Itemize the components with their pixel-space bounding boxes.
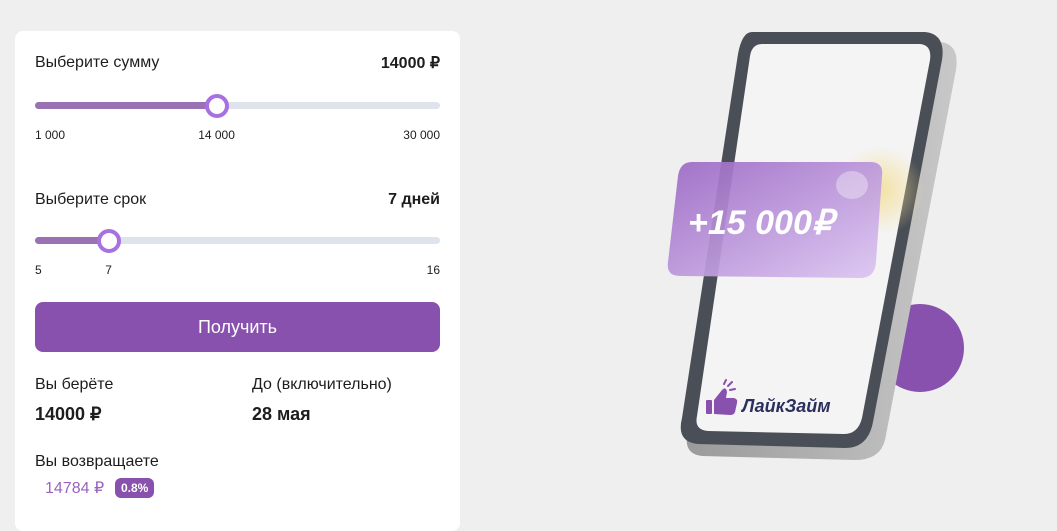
amount-tick-max: 30 000 xyxy=(403,128,440,142)
term-header: Выберите срок 7 дней xyxy=(35,191,440,209)
loan-calculator-card: Выберите сумму 14000 ₽ 1 000 14 000 30 0… xyxy=(15,31,460,531)
term-value: 7 дней xyxy=(388,191,440,208)
amount-slider[interactable] xyxy=(35,94,440,118)
term-ticks: 5 7 16 xyxy=(35,263,440,279)
take-label: Вы берёте xyxy=(35,376,114,393)
term-slider-thumb[interactable] xyxy=(96,229,121,253)
rate-badge: 0.8% xyxy=(115,478,155,498)
amount-tick-current: 14 000 xyxy=(198,128,235,142)
term-label: Выберите срок xyxy=(35,191,147,208)
take-value: 14000 ₽ xyxy=(35,404,102,424)
thumb-up-icon xyxy=(706,400,712,414)
amount-slider-fill xyxy=(35,102,217,109)
amount-tick-min: 1 000 xyxy=(35,128,66,142)
amount-value: 14000 ₽ xyxy=(380,55,440,72)
until-label: До (включительно) xyxy=(252,376,392,393)
term-tick-current: 7 xyxy=(105,263,112,277)
return-value: 14784 ₽ xyxy=(45,480,105,497)
card-gloss xyxy=(836,171,868,199)
get-loan-button[interactable]: Получить xyxy=(35,302,440,352)
amount-header: Выберите сумму 14000 ₽ xyxy=(35,53,440,73)
amount-ticks: 1 000 14 000 30 000 xyxy=(35,128,440,144)
return-label: Вы возвращаете xyxy=(35,453,159,470)
phone-illustration: +15 000₽ ЛайкЗайм xyxy=(667,32,964,460)
term-slider[interactable] xyxy=(35,229,440,253)
amount-slider-thumb[interactable] xyxy=(204,94,229,118)
promo-illustration: +15 000₽ ЛайкЗайм xyxy=(640,20,1000,490)
promo-amount-text: +15 000₽ xyxy=(688,204,839,242)
term-tick-min: 5 xyxy=(35,263,42,277)
amount-label: Выберите сумму xyxy=(35,54,160,71)
term-tick-max: 16 xyxy=(426,263,440,277)
brand-name: ЛайкЗайм xyxy=(740,396,831,416)
until-value: 28 мая xyxy=(252,404,311,424)
